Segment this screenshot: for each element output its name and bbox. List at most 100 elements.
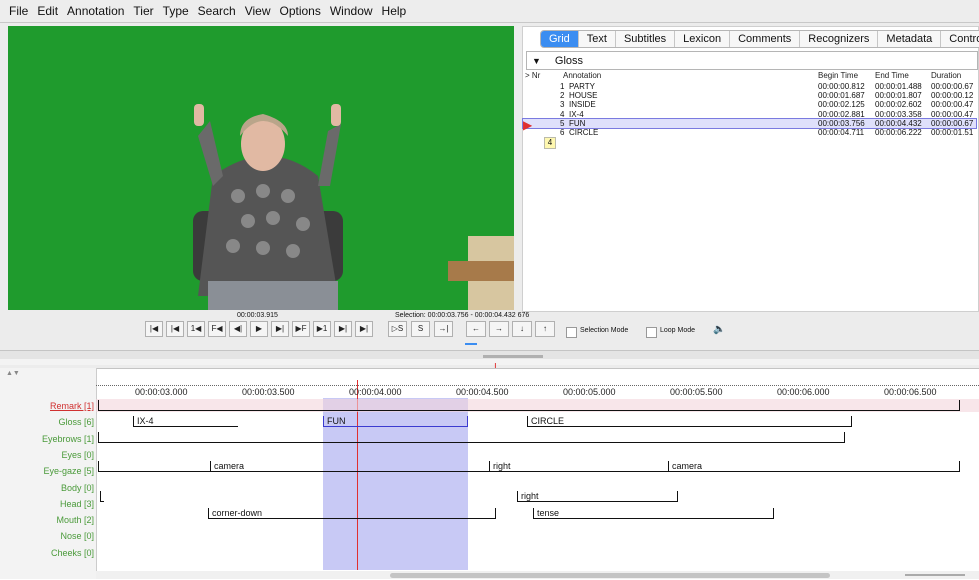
selection-mode-checkbox[interactable] xyxy=(566,327,577,338)
grid-header-annotation[interactable]: Annotation xyxy=(563,71,601,80)
grid-cell-annotation: PARTY xyxy=(569,82,595,91)
tier-label[interactable]: Gloss [6] xyxy=(4,417,94,427)
tier-label[interactable]: Nose [0] xyxy=(4,531,94,541)
remark-annotation[interactable] xyxy=(98,400,960,411)
media-button-1[interactable]: |◀ xyxy=(166,321,184,337)
ruler-tick-label: 00:00:03.000 xyxy=(135,387,188,397)
menu-help[interactable]: Help xyxy=(382,4,407,18)
tab-comments[interactable]: Comments xyxy=(730,31,801,47)
arrow-button-1[interactable]: → xyxy=(489,321,509,337)
grid-row[interactable]: 6 CIRCLE 00:00:04.711 00:00:06.222 00:00:01.… xyxy=(523,128,976,137)
tier-label[interactable]: Mouth [2] xyxy=(4,515,94,525)
ruler-tick-label: 00:00:05.000 xyxy=(563,387,616,397)
arrow-button-3[interactable]: ↑ xyxy=(535,321,555,337)
menu-annotation[interactable]: Annotation xyxy=(67,4,124,18)
loop-mode-checkbox[interactable] xyxy=(646,327,657,338)
mouth-annotation-corner-down[interactable]: corner-down xyxy=(208,508,496,519)
media-button-7[interactable]: ▶F xyxy=(292,321,310,337)
tab-text[interactable]: Text xyxy=(579,31,616,47)
tab-lexicon[interactable]: Lexicon xyxy=(675,31,731,47)
grid-cell-duration: 00:00:00.47 xyxy=(931,100,974,110)
menu-type[interactable]: Type xyxy=(163,4,189,18)
selection-button-1[interactable]: S xyxy=(411,321,430,337)
grid-row[interactable]: 3 INSIDE 00:00:02.125 00:00:02.602 00:00:00.… xyxy=(523,100,976,109)
media-button-9[interactable]: ▶| xyxy=(334,321,352,337)
grid-cell-nr: 1 xyxy=(560,82,565,91)
eyegaze-label: camera xyxy=(672,461,703,471)
media-button-0[interactable]: |◀ xyxy=(145,321,163,337)
grid-cell-end: 00:00:01.488 xyxy=(875,82,922,91)
gloss-annotation-fun[interactable]: FUN xyxy=(323,416,468,427)
dropdown-arrow-icon[interactable]: ▼ xyxy=(532,56,541,66)
selection-button-2[interactable]: →| xyxy=(434,321,453,337)
eyegaze-annotation-right[interactable]: right xyxy=(489,461,668,472)
scrollbar-thumb[interactable] xyxy=(390,573,830,578)
media-button-4[interactable]: ◀| xyxy=(229,321,247,337)
tab-recognizers[interactable]: Recognizers xyxy=(800,31,879,47)
tier-label[interactable]: Eyes [0] xyxy=(4,450,94,460)
grid-row[interactable]: 5 FUN 00:00:03.756 00:00:04.432 00:00:00.67 xyxy=(522,117,977,129)
menu-edit[interactable]: Edit xyxy=(37,4,58,18)
overview-bar[interactable] xyxy=(0,359,979,365)
eyegaze-annotation-camera[interactable]: camera xyxy=(210,461,489,472)
grid-cell-begin: 00:00:02.881 xyxy=(818,109,865,119)
grid-row[interactable]: 1 PARTY 00:00:00.812 00:00:01.488 00:00:00.6… xyxy=(523,82,976,91)
tier-label[interactable]: Body [0] xyxy=(4,483,94,493)
media-button-3[interactable]: F◀ xyxy=(208,321,226,337)
menu-options[interactable]: Options xyxy=(280,4,321,18)
eyegaze-annotation-start[interactable] xyxy=(98,461,210,472)
menu-search[interactable]: Search xyxy=(198,4,236,18)
active-indicator xyxy=(465,343,477,345)
tier-label[interactable]: Eyebrows [1] xyxy=(4,434,94,444)
media-button-10[interactable]: ▶| xyxy=(355,321,373,337)
media-button-6[interactable]: ▶| xyxy=(271,321,289,337)
arrow-button-0[interactable]: ← xyxy=(466,321,486,337)
head-annotation-right[interactable]: right xyxy=(517,491,678,502)
mouth-annotation-tense[interactable]: tense xyxy=(533,508,774,519)
media-button-5[interactable]: ▶ xyxy=(250,321,268,337)
tab-metadata[interactable]: Metadata xyxy=(878,31,942,47)
media-button-2[interactable]: 1◀ xyxy=(187,321,205,337)
gloss-annotation-ix4[interactable]: IX-4 xyxy=(133,416,238,427)
menu-window[interactable]: Window xyxy=(330,4,373,18)
gloss-label: CIRCLE xyxy=(531,416,565,426)
head-label: right xyxy=(521,491,539,501)
zoom-slider[interactable] xyxy=(905,574,965,576)
row-tooltip: 4 xyxy=(544,137,556,149)
ruler-tick-label: 00:00:05.500 xyxy=(670,387,723,397)
menu-file[interactable]: File xyxy=(9,4,28,18)
grid-row[interactable]: 4 IX-4 00:00:02.881 00:00:03.358 00:00:00.47 xyxy=(523,110,976,119)
tier-label[interactable]: Remark [1] xyxy=(4,401,94,411)
selection-button-0[interactable]: ▷S xyxy=(388,321,407,337)
eyegaze-annotation-camera-2[interactable]: camera xyxy=(668,461,960,472)
head-annotation-start[interactable] xyxy=(100,491,104,502)
tab-controls[interactable]: Controls xyxy=(941,31,979,47)
menu-view[interactable]: View xyxy=(245,4,271,18)
ruler-tick-label: 00:00:04.000 xyxy=(349,387,402,397)
arrow-button-2[interactable]: ↓ xyxy=(512,321,532,337)
grid-row[interactable]: 2 HOUSE 00:00:01.687 00:00:01.807 00:00:00.1… xyxy=(523,91,976,100)
mouth-label: tense xyxy=(537,508,560,518)
grid-header-nr[interactable]: > Nr xyxy=(525,71,540,80)
menu-tier[interactable]: Tier xyxy=(133,4,153,18)
grid-header-duration[interactable]: Duration xyxy=(931,71,961,80)
tier-label[interactable]: Cheeks [0] xyxy=(4,548,94,558)
tier-label[interactable]: Eye-gaze [5] xyxy=(4,466,94,476)
gloss-annotation-circle[interactable]: CIRCLE xyxy=(527,416,852,427)
media-button-8[interactable]: ▶1 xyxy=(313,321,331,337)
tier-label[interactable]: Head [3] xyxy=(4,499,94,509)
divider-handle[interactable] xyxy=(483,355,543,358)
grid-header-end[interactable]: End Time xyxy=(875,71,909,80)
ruler[interactable] xyxy=(96,381,979,386)
grid-header-begin[interactable]: Begin Time xyxy=(818,71,858,80)
collapse-icon[interactable]: ▲▼ xyxy=(6,370,20,377)
tab-grid[interactable]: Grid xyxy=(541,31,579,47)
volume-icon[interactable]: 🔈 xyxy=(713,324,725,335)
grid-cell-begin: 00:00:00.812 xyxy=(818,82,865,91)
eyebrows-annotation[interactable] xyxy=(98,432,845,443)
grid-cell-end: 00:00:06.222 xyxy=(875,128,922,137)
video-viewer[interactable] xyxy=(8,26,514,310)
tier-selector[interactable]: ▼ Gloss xyxy=(526,51,978,70)
ruler-tick-label: 00:00:06.500 xyxy=(884,387,937,397)
tab-subtitles[interactable]: Subtitles xyxy=(616,31,676,47)
